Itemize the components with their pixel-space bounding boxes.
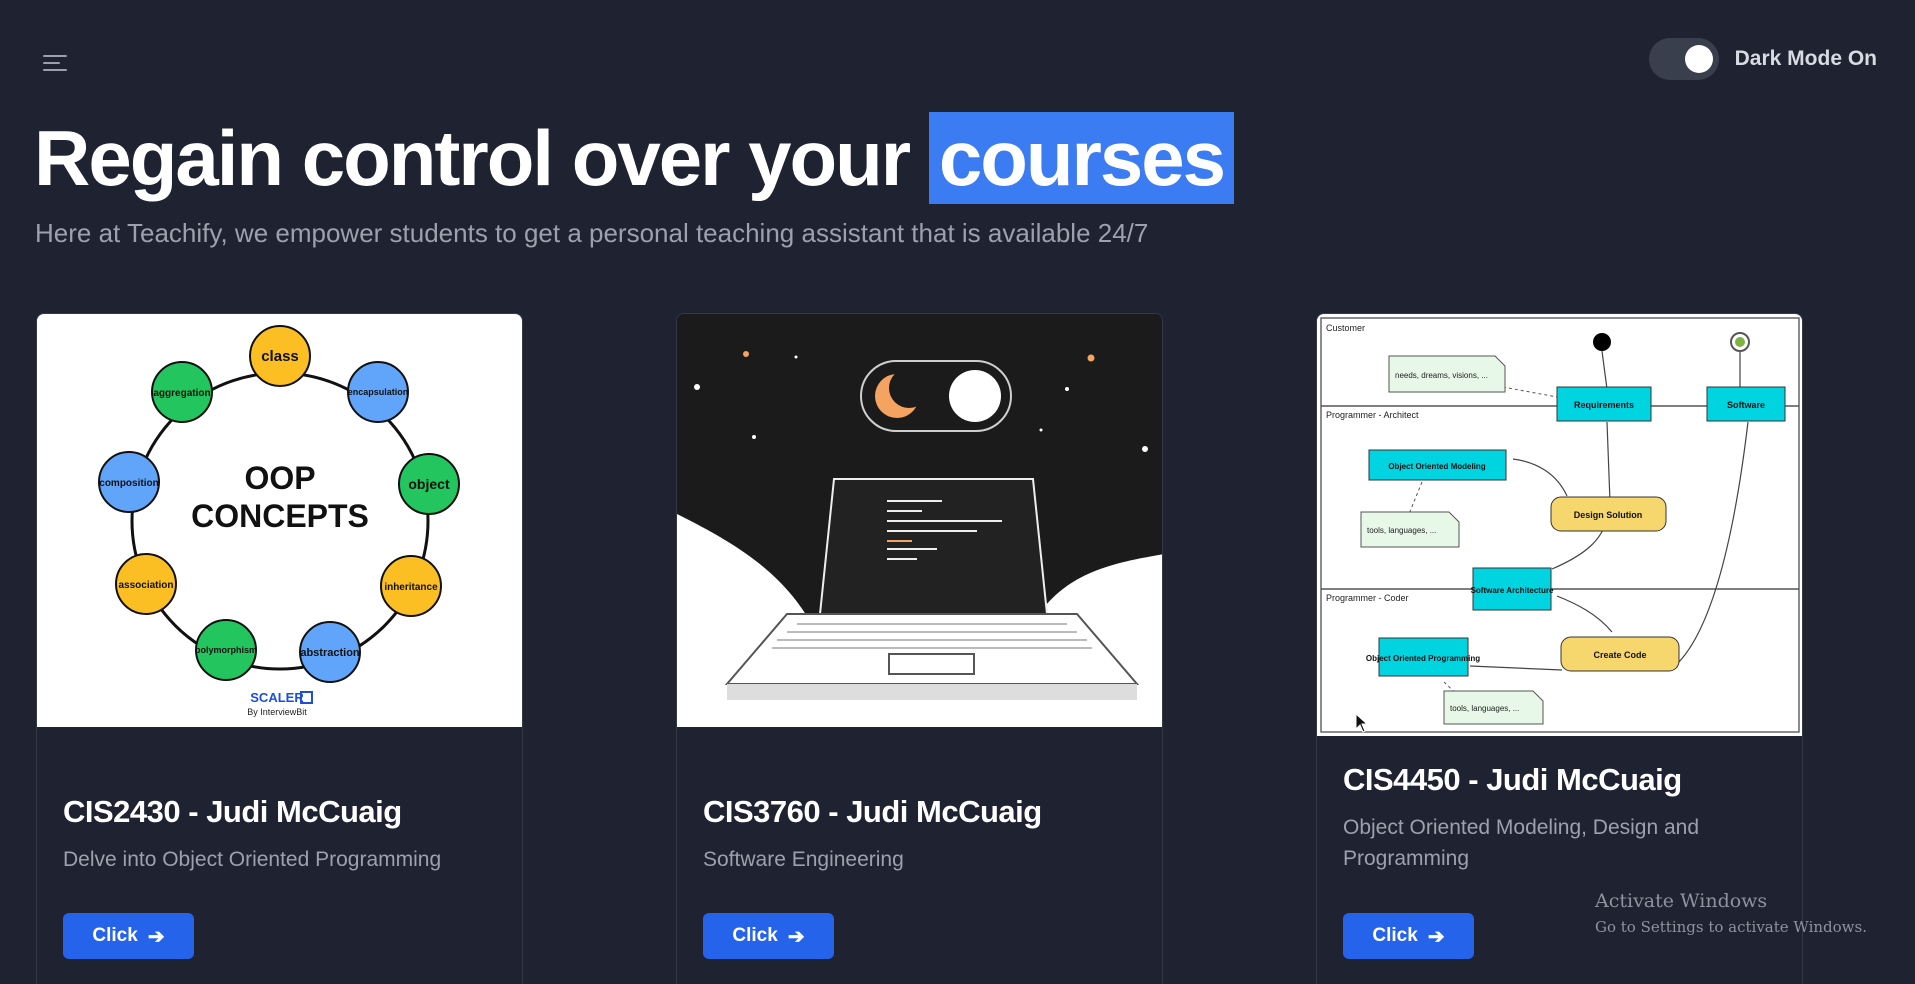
- windows-activation-watermark: Activate Windows Go to Settings to activ…: [1595, 890, 1867, 936]
- uml-note-3: tools, languages, ...: [1450, 704, 1519, 713]
- uml-oo-programming: Object Oriented Programming: [1366, 654, 1480, 663]
- course-open-button[interactable]: Click ➔: [63, 913, 194, 959]
- oop-node-object: object: [408, 476, 450, 492]
- menu-icon[interactable]: [40, 52, 70, 76]
- lane-coder: Programmer - Coder: [1326, 593, 1409, 603]
- lane-architect: Programmer - Architect: [1326, 410, 1419, 420]
- arrow-right-icon: ➔: [1427, 925, 1445, 948]
- scaler-logo-sub: By InterviewBit: [247, 707, 307, 717]
- course-title: CIS2430 - Judi McCuaig: [63, 794, 402, 829]
- course-image-oop: OOP CONCEPTS class encapsulation object …: [37, 314, 522, 727]
- button-label: Click: [92, 925, 138, 946]
- page-subtitle: Here at Teachify, we empower students to…: [35, 218, 1149, 248]
- course-image-laptop: [677, 314, 1162, 727]
- oop-node-association: association: [118, 580, 173, 591]
- course-title: CIS3760 - Judi McCuaig: [703, 794, 1042, 829]
- oop-node-aggregation: aggregation: [153, 388, 210, 399]
- uml-note-2: tools, languages, ...: [1367, 526, 1436, 535]
- oop-node-inheritance: inheritance: [384, 582, 438, 593]
- button-label: Click: [1372, 925, 1418, 946]
- oop-node-composition: composition: [99, 478, 158, 489]
- dark-mode-toggle[interactable]: [1648, 38, 1719, 80]
- oop-node-polymorphism: polymorphism: [195, 645, 257, 655]
- scaler-logo-text: SCALER: [250, 690, 304, 705]
- course-image-uml: Customer Programmer - Architect Programm…: [1317, 314, 1802, 736]
- watermark-line-2: Go to Settings to activate Windows.: [1595, 918, 1867, 936]
- mouse-cursor-icon: [1355, 713, 1369, 733]
- uml-oo-modeling: Object Oriented Modeling: [1388, 462, 1485, 471]
- laptop-dark-mode-illustration: [677, 314, 1162, 727]
- uml-design-solution: Design Solution: [1574, 510, 1643, 520]
- course-description: Object Oriented Modeling, Design and Pro…: [1343, 816, 1700, 870]
- dark-mode-label: Dark Mode On: [1734, 47, 1877, 70]
- uml-software: Software: [1727, 400, 1765, 410]
- uml-create-code: Create Code: [1593, 650, 1646, 660]
- button-label: Click: [732, 925, 778, 946]
- oop-concepts-diagram: OOP CONCEPTS class encapsulation object …: [98, 325, 460, 717]
- lane-customer: Customer: [1326, 323, 1365, 333]
- oop-node-encapsulation: encapsulation: [348, 387, 409, 397]
- uml-note-1: needs, dreams, visions, ...: [1395, 371, 1488, 380]
- arrow-right-icon: ➔: [787, 925, 805, 948]
- page-title-main: Regain control over your: [34, 114, 911, 202]
- oop-heading-1: OOP: [244, 460, 315, 496]
- uml-software-architecture: Software Architecture: [1471, 586, 1554, 595]
- dark-mode-toggle-group: Dark Mode On: [1648, 38, 1877, 80]
- uml-requirements: Requirements: [1574, 400, 1634, 410]
- uml-activity-diagram: Customer Programmer - Architect Programm…: [1320, 317, 1800, 733]
- course-title: CIS4450 - Judi McCuaig: [1343, 762, 1682, 797]
- arrow-right-icon: ➔: [147, 925, 165, 948]
- oop-heading-2: CONCEPTS: [191, 498, 369, 534]
- course-card-cis4450: Customer Programmer - Architect Programm…: [1316, 313, 1803, 984]
- oop-node-class: class: [261, 348, 299, 365]
- page-title: Regain control over your courses: [34, 108, 1235, 208]
- course-card-cis3760: CIS3760 - Judi McCuaig Software Engineer…: [676, 313, 1163, 984]
- oop-node-abstraction: abstraction: [300, 647, 360, 659]
- course-open-button[interactable]: Click ➔: [703, 913, 834, 959]
- course-description: Delve into Object Oriented Programming: [63, 848, 442, 871]
- page-title-highlight: courses: [928, 112, 1235, 204]
- course-open-button[interactable]: Click ➔: [1343, 913, 1474, 959]
- course-description: Software Engineering: [703, 848, 904, 871]
- course-card-cis2430: OOP CONCEPTS class encapsulation object …: [36, 313, 523, 984]
- watermark-line-1: Activate Windows: [1595, 890, 1768, 912]
